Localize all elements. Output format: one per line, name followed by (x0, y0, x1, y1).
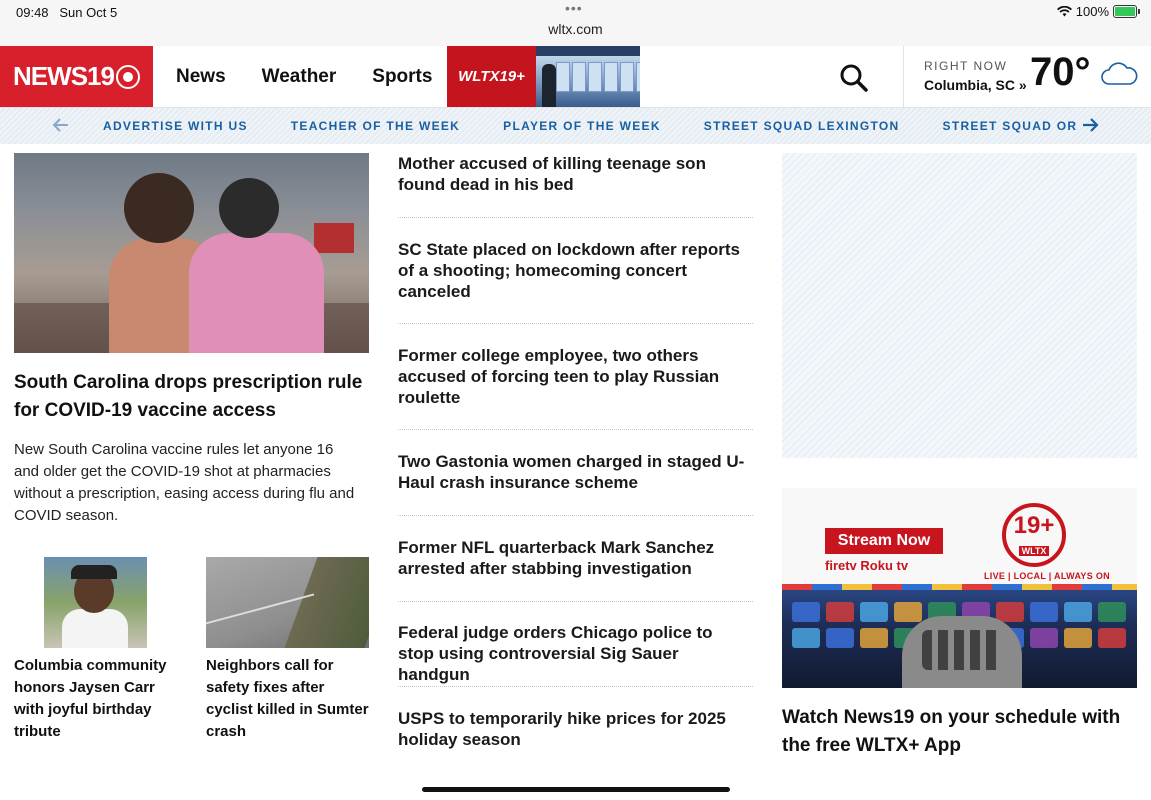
wltx-plus-logo: 19+ WLTX (1002, 503, 1066, 567)
headline-link[interactable]: Former NFL quarterback Mark Sanchez arre… (398, 537, 753, 579)
headline-link[interactable]: USPS to temporarily hike prices for 2025… (398, 708, 753, 750)
featured-story-image[interactable] (14, 153, 369, 353)
nav-sports[interactable]: Sports (366, 66, 438, 88)
divider (398, 686, 753, 687)
wltx-app-promo-image[interactable]: Stream Now firetv Roku tv 19+ WLTX LIVE … (782, 488, 1137, 688)
nav-news[interactable]: News (170, 66, 232, 88)
headline-link[interactable]: Federal judge orders Chicago police to s… (398, 622, 753, 685)
subnav-item-street-squad-lexington[interactable]: STREET SQUAD LEXINGTON (704, 119, 900, 133)
story-thumbnail-cyclist[interactable] (206, 557, 369, 648)
stream-now-label: Stream Now (825, 528, 943, 554)
current-temperature: 70° (1030, 50, 1091, 94)
battery-percent: 100% (1075, 4, 1109, 19)
divider (398, 217, 753, 218)
nav-weather[interactable]: Weather (256, 66, 343, 88)
small-story-title[interactable]: Neighbors call for safety fixes after cy… (206, 655, 371, 743)
battery-icon (1113, 5, 1140, 18)
wltx-plus-button[interactable]: WLTX19+ (447, 46, 536, 107)
arrow-left-icon[interactable] (52, 116, 70, 134)
search-icon[interactable] (838, 62, 870, 94)
site-header: NEWS19 News Weather Sports WLTX19+ RIGHT… (0, 46, 1151, 108)
subnav-item-street-squad-orangeburg[interactable]: STREET SQUAD ORANGEBU (943, 119, 1078, 133)
weather-location[interactable]: Columbia, SC » (924, 77, 1027, 93)
divider (398, 323, 753, 324)
cloud-icon (1101, 62, 1138, 85)
story-thumbnail-jaysen-carr[interactable] (44, 557, 147, 648)
promo-tagline: LIVE | LOCAL | ALWAYS ON (984, 571, 1110, 581)
status-time: 09:48 Sun Oct 5 (16, 5, 118, 20)
headline-link[interactable]: Two Gastonia women charged in staged U-H… (398, 451, 753, 493)
home-indicator[interactable] (422, 787, 730, 792)
news19-logo[interactable]: NEWS19 (0, 46, 153, 107)
headline-link[interactable]: Former college employee, two others accu… (398, 345, 753, 408)
divider (398, 601, 753, 602)
featured-story-description: New South Carolina vaccine rules let any… (14, 441, 355, 524)
small-story-title[interactable]: Columbia community honors Jaysen Carr wi… (14, 655, 179, 743)
wifi-icon (1056, 6, 1072, 17)
more-dots-icon[interactable]: ••• (565, 0, 583, 16)
address-bar[interactable]: wltx.com (0, 21, 1151, 37)
subnav-items: ADVERTISE WITH US TEACHER OF THE WEEK PL… (103, 108, 1078, 144)
weather-widget[interactable]: RIGHT NOW Columbia, SC » 70° (903, 46, 1151, 107)
arrow-right-icon[interactable] (1081, 116, 1099, 134)
secondary-nav: ADVERTISE WITH US TEACHER OF THE WEEK PL… (0, 108, 1151, 144)
subnav-item-advertise[interactable]: ADVERTISE WITH US (103, 119, 248, 133)
headline-link[interactable]: Mother accused of killing teenage son fo… (398, 153, 753, 195)
streaming-platforms: firetv Roku tv (825, 558, 909, 573)
divider (398, 429, 753, 430)
ad-placeholder (782, 153, 1137, 458)
subnav-item-teacher[interactable]: TEACHER OF THE WEEK (291, 119, 460, 133)
status-indicators: 100% (1056, 4, 1140, 19)
remote-control-graphic (902, 616, 1022, 688)
featured-story-title[interactable]: South Carolina drops prescription rule f… (14, 369, 374, 425)
promo-title[interactable]: Watch News19 on your schedule with the f… (782, 704, 1137, 760)
cbs-eye-icon (115, 64, 140, 89)
headline-link[interactable]: SC State placed on lockdown after report… (398, 239, 753, 302)
divider (398, 515, 753, 516)
right-now-label: RIGHT NOW (924, 59, 1008, 73)
main-nav: News Weather Sports (170, 46, 438, 107)
forecast-video-thumbnail[interactable] (536, 46, 640, 107)
browser-status-bar: 09:48 Sun Oct 5 ••• wltx.com 100% (0, 0, 1151, 47)
subnav-item-player[interactable]: PLAYER OF THE WEEK (503, 119, 661, 133)
